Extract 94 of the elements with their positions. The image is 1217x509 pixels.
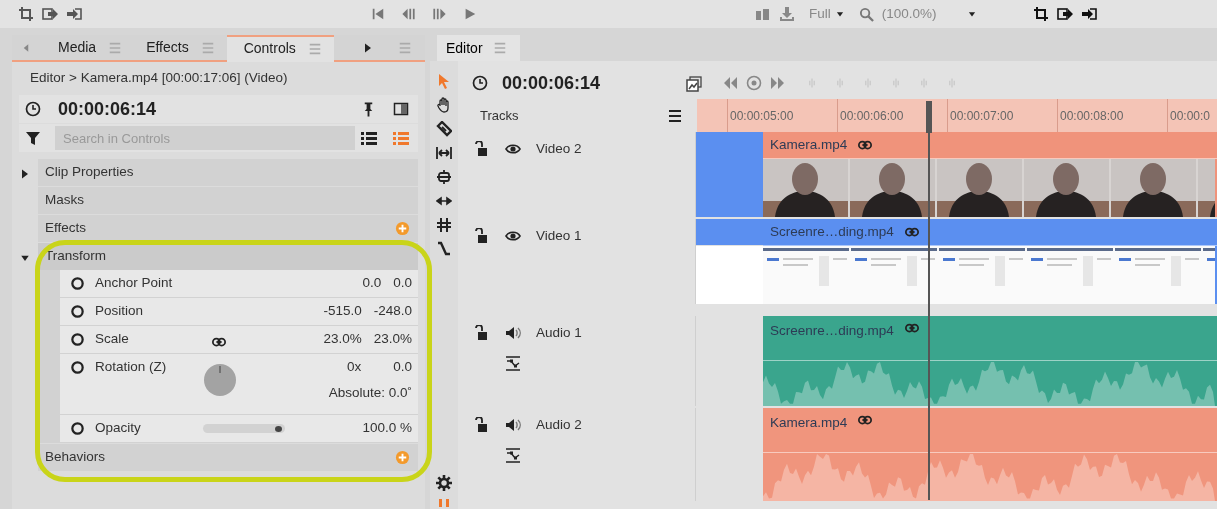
absolute-rotation: Absolute: 0.0˚ [328, 384, 412, 402]
clip[interactable]: Screenre…ding.mp4 [763, 219, 1217, 304]
keyframe-icon[interactable] [70, 276, 85, 291]
param-value[interactable]: 100.0 % [362, 418, 412, 439]
caret-icon [834, 9, 845, 19]
step-forward-icon[interactable] [432, 7, 447, 21]
timecode: 00:00:06:14 [502, 71, 601, 95]
settings-icon[interactable] [436, 475, 452, 491]
section-label[interactable]: Effects [45, 218, 87, 239]
param-value[interactable]: 0.0 [362, 273, 382, 294]
lock-icon[interactable] [472, 141, 488, 157]
menu-icon [200, 40, 215, 55]
param-label: Rotation (Z) [95, 358, 167, 377]
play-icon[interactable] [463, 7, 477, 21]
list-view-button[interactable] [360, 130, 378, 146]
playhead-handle[interactable] [926, 101, 932, 133]
envelope-icon[interactable] [505, 354, 521, 371]
param-label: Opacity [95, 419, 141, 438]
section-label[interactable]: Clip Properties [45, 162, 134, 183]
keyframe-icon[interactable] [70, 360, 85, 375]
section-label[interactable]: Masks [45, 190, 84, 211]
clip[interactable]: Screenre…ding.mp4 [763, 316, 1217, 406]
param-value[interactable]: 23.0% [373, 329, 412, 350]
lock-icon[interactable] [472, 228, 488, 244]
section-label[interactable]: Behaviors [45, 447, 106, 468]
speaker-icon[interactable] [504, 325, 522, 341]
slider-thumb[interactable] [275, 425, 282, 432]
clip-label: Kamera.mp4 [770, 135, 848, 154]
fit-width-icon[interactable] [436, 145, 452, 161]
breadcrumb: Editor > Kamera.mp4 [00:00:17:06] (Video) [29, 69, 289, 88]
param-value[interactable]: 23.0% [323, 329, 362, 350]
add-keyframe-icon[interactable] [746, 75, 763, 91]
tracks-label: Tracks [480, 106, 519, 125]
panel-icon[interactable] [393, 101, 409, 117]
tag-icon[interactable] [436, 121, 452, 137]
menu-icon[interactable] [667, 107, 683, 124]
zoom-icon[interactable] [858, 6, 874, 22]
crop-icon[interactable] [1032, 6, 1049, 22]
download-icon[interactable] [779, 6, 795, 22]
speaker-icon[interactable] [504, 417, 522, 433]
param-label: Anchor Point [95, 274, 173, 293]
dots-icon[interactable] [436, 499, 452, 509]
panel-tab[interactable]: Media [46, 35, 135, 62]
param-value[interactable]: 0.0 [393, 273, 412, 294]
menu-icon [492, 41, 507, 55]
param-value[interactable]: -248.0 [373, 301, 412, 322]
clip-label: Screenre…ding.mp4 [770, 322, 894, 340]
list-icon [392, 130, 410, 146]
empty-clip[interactable] [696, 219, 763, 304]
previous-keyframe-icon[interactable] [722, 75, 739, 91]
list-icon [360, 130, 378, 146]
step-back-icon[interactable] [401, 7, 416, 21]
param-label: Scale [95, 330, 129, 349]
editor-tab[interactable]: Editor [437, 35, 520, 61]
align-icon[interactable] [436, 169, 452, 185]
timecode: 00:00:06:14 [58, 97, 157, 121]
track-name: Audio 1 [536, 323, 582, 342]
keyframe-icon[interactable] [70, 304, 85, 319]
boxes-icon[interactable] [755, 6, 771, 22]
clock-icon [25, 101, 41, 117]
empty-clip[interactable] [696, 132, 763, 217]
clip-label: Screenre…ding.mp4 [770, 222, 894, 241]
next-keyframe-icon[interactable] [770, 75, 787, 91]
track-name: Video 1 [536, 226, 582, 245]
curve-icon[interactable] [436, 241, 452, 257]
clock-icon [472, 75, 488, 91]
lock-icon[interactable] [472, 417, 488, 433]
clip[interactable]: Kamera.mp4 [763, 132, 1217, 217]
keyframe-icon[interactable] [70, 421, 85, 436]
param-value[interactable]: 0x [346, 357, 362, 378]
opacity-slider[interactable] [203, 424, 285, 433]
clip-label: Kamera.mp4 [770, 414, 848, 432]
menu-icon [108, 40, 123, 55]
envelope-icon[interactable] [505, 446, 521, 463]
lock-icon[interactable] [472, 325, 488, 341]
slip-icon[interactable] [436, 217, 452, 233]
panel-tab[interactable]: Controls [226, 35, 334, 62]
time-ruler[interactable]: 00:00:05:00 00:00:06:00 00:00:07:00 00:00:08:00 00:00:0 [697, 99, 1217, 132]
hand-icon[interactable] [436, 97, 452, 113]
skip-to-start-icon[interactable] [371, 7, 385, 21]
param-label: Position [95, 302, 144, 321]
caret-icon[interactable] [966, 9, 977, 19]
clip[interactable]: Kamera.mp4 [763, 408, 1217, 501]
param-value[interactable]: 0.0 [393, 357, 412, 378]
track-name: Video 2 [536, 139, 582, 158]
keyframe-icon[interactable] [70, 332, 85, 347]
section-label[interactable]: Transform [45, 246, 106, 267]
filter-icon[interactable] [25, 130, 41, 146]
import-icon[interactable] [1080, 6, 1097, 22]
param-value[interactable]: -515.0 [323, 301, 362, 322]
thumbnails-icon[interactable] [686, 75, 703, 92]
track-name: Audio 2 [536, 415, 582, 434]
menu-icon [307, 41, 322, 56]
export-icon[interactable] [1056, 6, 1073, 22]
